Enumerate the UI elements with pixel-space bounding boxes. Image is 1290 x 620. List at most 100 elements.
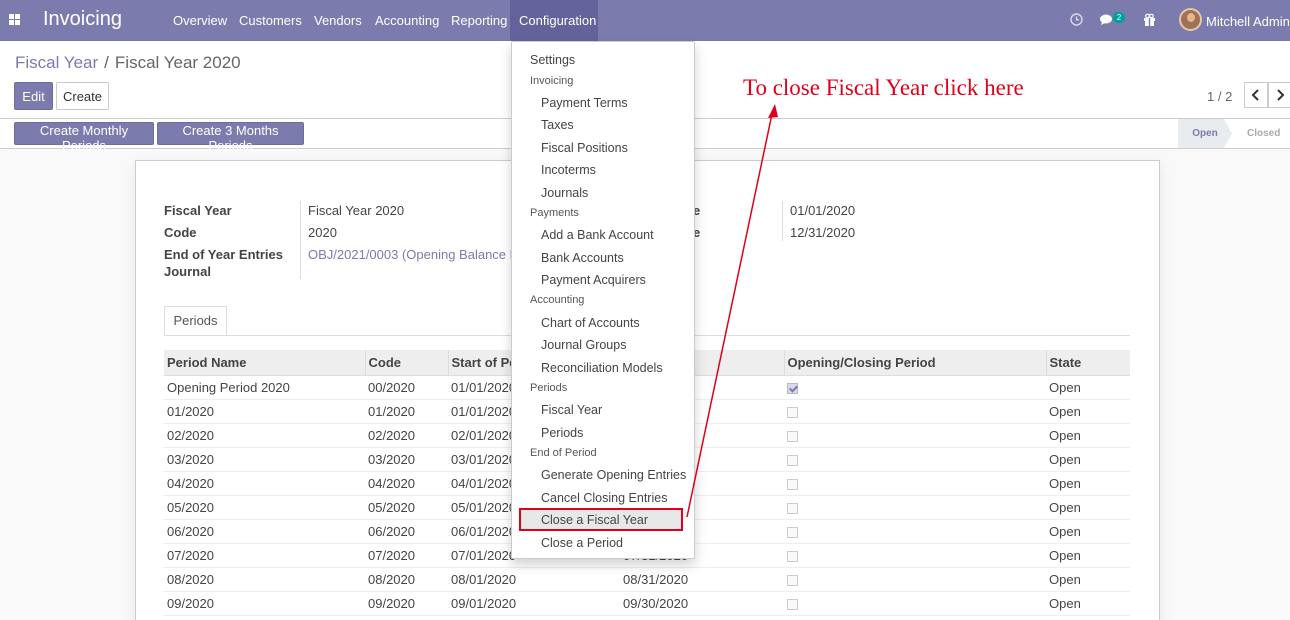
state-cell: Open xyxy=(1046,591,1130,616)
top-navbar: Invoicing Overview Customers Vendors Acc… xyxy=(0,0,1290,41)
code-label: Code xyxy=(164,225,197,240)
period-name-cell: 06/2020 xyxy=(164,519,365,544)
messages-badge: 2 xyxy=(1113,12,1125,23)
edit-button[interactable]: Edit xyxy=(14,82,53,110)
opening-closing-cell xyxy=(784,399,1046,424)
col-state[interactable]: State xyxy=(1046,350,1130,376)
menu-add-bank-account[interactable]: Add a Bank Account xyxy=(512,228,694,242)
create-3-months-periods-button[interactable]: Create 3 Months Periods xyxy=(157,122,304,153)
menu-close-a-fiscal-year[interactable]: Close a Fiscal Year xyxy=(512,513,694,527)
menu-payment-acquirers[interactable]: Payment Acquirers xyxy=(512,273,694,287)
end-entries-journal-label-line1: End of Year Entries xyxy=(164,247,283,262)
code-cell: 08/2020 xyxy=(365,567,448,592)
period-name-cell: 03/2020 xyxy=(164,447,365,472)
code-cell: 02/2020 xyxy=(365,423,448,448)
opening-closing-cell xyxy=(784,567,1046,592)
code-cell: 03/2020 xyxy=(365,447,448,472)
menu-journal-groups[interactable]: Journal Groups xyxy=(512,338,694,352)
user-name[interactable]: Mitchell Admin xyxy=(1206,14,1290,29)
period-name-cell: 05/2020 xyxy=(164,495,365,520)
menu-close-a-period[interactable]: Close a Period xyxy=(512,536,694,550)
period-name-cell: 04/2020 xyxy=(164,471,365,496)
start-date-cell: 09/01/2020 xyxy=(448,591,620,616)
code-cell: 06/2020 xyxy=(365,519,448,544)
menu-generate-opening-entries[interactable]: Generate Opening Entries xyxy=(512,468,694,482)
annotation-text: To close Fiscal Year click here xyxy=(743,75,1024,100)
menu-vendors[interactable]: Vendors xyxy=(314,13,362,28)
breadcrumb-current: Fiscal Year 2020 xyxy=(114,53,241,72)
pager-previous-button[interactable] xyxy=(1244,82,1268,108)
menu-bank-accounts[interactable]: Bank Accounts xyxy=(512,251,694,265)
create-button[interactable]: Create xyxy=(56,82,109,110)
opening-closing-cell xyxy=(784,495,1046,520)
state-cell: Open xyxy=(1046,519,1130,544)
chevron-left-icon xyxy=(1251,89,1259,101)
table-row[interactable]: 09/2020 09/2020 09/01/2020 09/30/2020 Open xyxy=(164,591,1130,616)
create-monthly-periods-button[interactable]: Create Monthly Periods xyxy=(14,122,154,153)
menu-taxes[interactable]: Taxes xyxy=(512,118,694,132)
table-row[interactable]: 08/2020 08/2020 08/01/2020 08/31/2020 Open xyxy=(164,567,1130,592)
pager-value[interactable]: 1 / 2 xyxy=(1207,89,1232,104)
menu-cancel-closing-entries[interactable]: Cancel Closing Entries xyxy=(512,491,694,505)
opening-closing-checkbox xyxy=(787,574,798,586)
col-code[interactable]: Code xyxy=(365,350,449,376)
col-opening-closing-period[interactable]: Opening/Closing Period xyxy=(784,350,1047,376)
menu-journals[interactable]: Journals xyxy=(512,186,694,200)
state-cell: Open xyxy=(1046,375,1130,400)
apps-grid-icon[interactable] xyxy=(9,14,21,26)
menu-overview[interactable]: Overview xyxy=(173,13,227,28)
code-cell: 04/2020 xyxy=(365,471,448,496)
activity-clock-icon[interactable] xyxy=(1070,13,1083,26)
menu-payment-terms[interactable]: Payment Terms xyxy=(512,96,694,110)
opening-closing-cell xyxy=(784,423,1046,448)
field-separator-right xyxy=(782,201,783,241)
end-entries-journal-link[interactable]: OBJ/2021/0003 (Opening Balance Entries) xyxy=(308,247,518,262)
breadcrumb-fiscal-year-link[interactable]: Fiscal Year xyxy=(15,53,98,72)
breadcrumb-separator: / xyxy=(104,53,109,72)
opening-closing-checkbox xyxy=(787,382,798,394)
period-name-cell: 09/2020 xyxy=(164,591,365,616)
field-separator xyxy=(300,201,301,279)
stage-closed[interactable]: Closed xyxy=(1247,128,1280,139)
tab-periods[interactable]: Periods xyxy=(164,306,227,336)
user-avatar[interactable] xyxy=(1179,8,1202,31)
end-entries-journal-label-line2: Journal xyxy=(164,264,211,279)
menu-configuration[interactable]: Configuration xyxy=(510,0,598,41)
state-cell: Open xyxy=(1046,423,1130,448)
state-cell: Open xyxy=(1046,471,1130,496)
fiscal-year-label: Fiscal Year xyxy=(164,203,232,218)
menu-accounting[interactable]: Accounting xyxy=(375,13,439,28)
opening-closing-checkbox xyxy=(787,526,798,538)
opening-closing-cell xyxy=(784,447,1046,472)
menu-header-payments: Payments xyxy=(530,207,579,219)
menu-incoterms[interactable]: Incoterms xyxy=(512,163,694,177)
menu-fiscal-positions[interactable]: Fiscal Positions xyxy=(512,141,694,155)
col-period-name[interactable]: Period Name xyxy=(164,350,366,376)
configuration-dropdown-menu: Settings Invoicing Payment Terms Taxes F… xyxy=(511,41,695,559)
pager-next-button[interactable] xyxy=(1268,82,1290,108)
menu-customers[interactable]: Customers xyxy=(239,13,302,28)
menu-reconciliation-models[interactable]: Reconciliation Models xyxy=(512,361,694,375)
end-date-cell: 08/31/2020 xyxy=(620,567,784,592)
code-cell: 01/2020 xyxy=(365,399,448,424)
opening-closing-checkbox xyxy=(787,454,798,466)
code-cell: 05/2020 xyxy=(365,495,448,520)
menu-header-end-of-period: End of Period xyxy=(530,447,597,459)
period-name-cell: 07/2020 xyxy=(164,543,365,568)
menu-settings[interactable]: Settings xyxy=(512,53,694,67)
end-date-cell: 09/30/2020 xyxy=(620,591,784,616)
app-title[interactable]: Invoicing xyxy=(43,8,122,31)
state-cell: Open xyxy=(1046,543,1130,568)
gift-icon[interactable] xyxy=(1143,13,1156,26)
opening-closing-checkbox xyxy=(787,430,798,442)
period-name-cell: 01/2020 xyxy=(164,399,365,424)
menu-fiscal-year[interactable]: Fiscal Year xyxy=(512,403,694,417)
menu-reporting[interactable]: Reporting xyxy=(451,13,507,28)
menu-chart-of-accounts[interactable]: Chart of Accounts xyxy=(512,316,694,330)
opening-closing-cell xyxy=(784,471,1046,496)
menu-periods[interactable]: Periods xyxy=(512,426,694,440)
period-name-cell: 08/2020 xyxy=(164,567,365,592)
period-name-cell: Opening Period 2020 xyxy=(164,375,365,400)
menu-header-accounting: Accounting xyxy=(530,294,585,306)
stage-open[interactable]: Open xyxy=(1178,119,1232,148)
